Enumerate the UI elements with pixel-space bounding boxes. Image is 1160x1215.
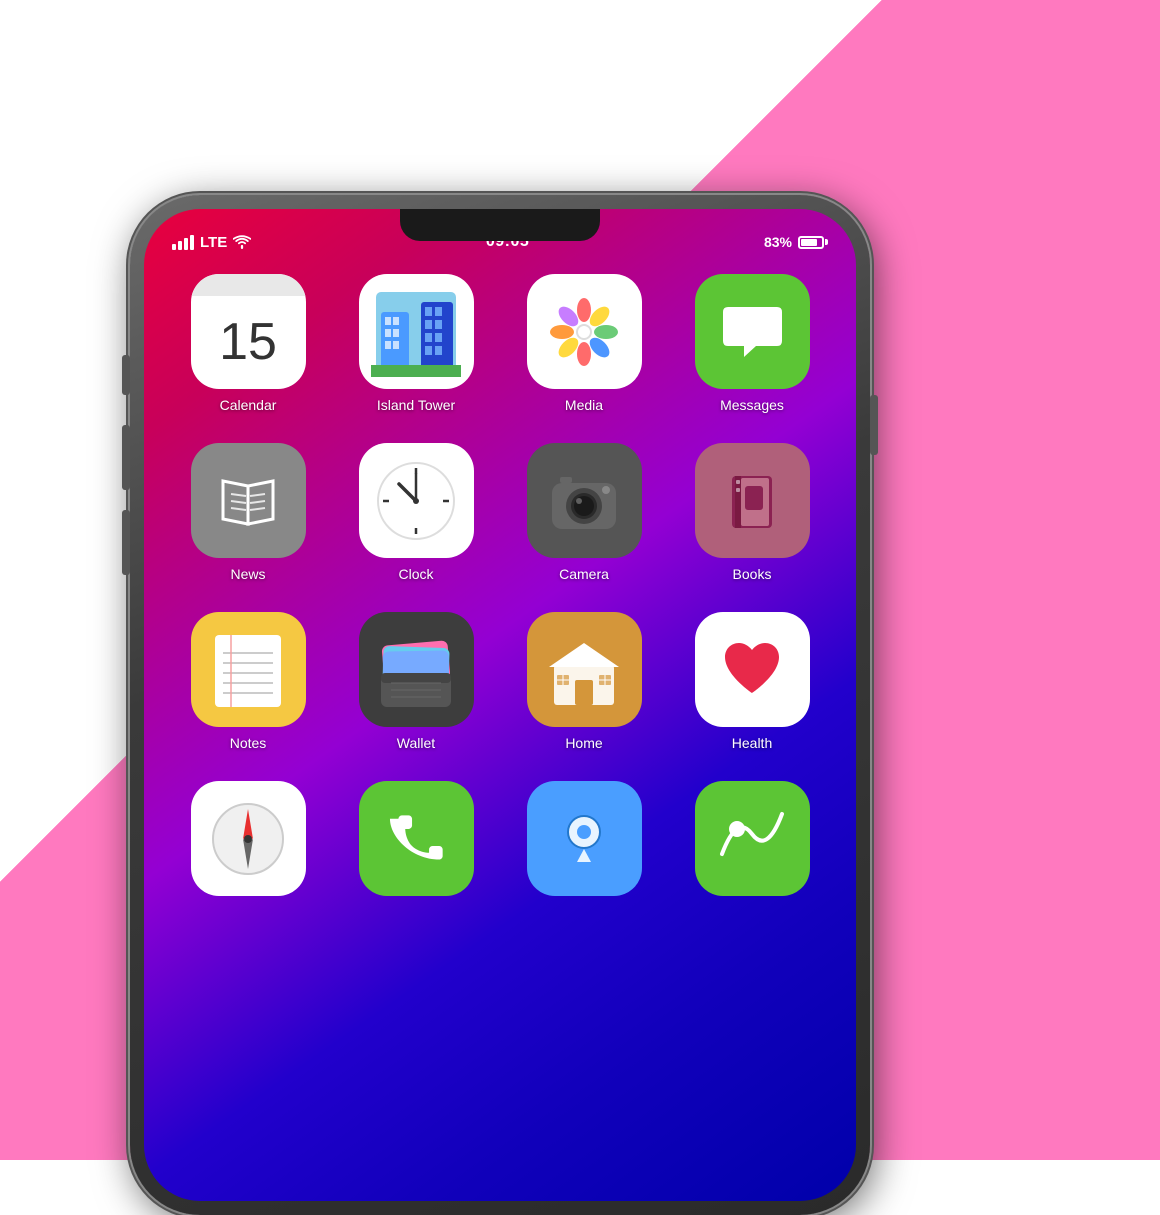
cal-date: 15	[219, 316, 277, 368]
app4-app[interactable]	[682, 781, 822, 904]
maps-app[interactable]	[514, 781, 654, 904]
notes-label: Notes	[230, 735, 267, 751]
app-row-2: News	[164, 443, 836, 582]
lte-label: LTE	[200, 234, 227, 251]
home-app[interactable]: Home	[514, 612, 654, 751]
calendar-app[interactable]: 15 Calendar	[178, 274, 318, 413]
books-app[interactable]: Books	[682, 443, 822, 582]
maps-icon	[539, 794, 629, 884]
island-tower-app[interactable]: Island Tower	[346, 274, 486, 413]
media-icon	[544, 292, 624, 372]
phone-screen: LTE 09:05 83%	[144, 209, 856, 1201]
notes-app[interactable]: Notes	[178, 612, 318, 751]
calendar-label: Calendar	[220, 397, 277, 413]
battery-icon	[798, 236, 828, 249]
health-app[interactable]: Health	[682, 612, 822, 751]
app-row-1: 15 Calendar	[164, 274, 836, 413]
messages-label: Messages	[720, 397, 784, 413]
app-row-4	[164, 781, 836, 904]
app-row-3: Notes	[164, 612, 836, 751]
silent-button[interactable]	[122, 355, 130, 395]
island-tower-icon	[371, 287, 461, 377]
signal-bar-1	[172, 244, 176, 250]
app4-icon	[707, 794, 797, 884]
compass-app[interactable]	[178, 781, 318, 904]
camera-icon	[544, 461, 624, 541]
home-label: Home	[565, 735, 602, 751]
phone-icon	[384, 806, 449, 871]
compass-icon	[203, 794, 293, 884]
wifi-icon	[233, 235, 251, 249]
news-icon	[213, 466, 283, 536]
home-icon	[539, 625, 629, 715]
island-tower-label: Island Tower	[377, 397, 455, 413]
clock-icon	[371, 456, 461, 546]
signal-bars	[172, 235, 194, 250]
status-right: 83%	[764, 234, 828, 250]
notch	[400, 209, 600, 241]
volume-up-button[interactable]	[122, 425, 130, 490]
wallet-app[interactable]: Wallet	[346, 612, 486, 751]
clock-app[interactable]: Clock	[346, 443, 486, 582]
signal-bar-4	[190, 235, 194, 250]
news-label: News	[230, 566, 265, 582]
books-label: Books	[733, 566, 772, 582]
battery-percent: 83%	[764, 234, 792, 250]
media-label: Media	[565, 397, 603, 413]
phone-shell: LTE 09:05 83%	[130, 195, 870, 1215]
signal-bar-3	[184, 238, 188, 250]
clock-label: Clock	[398, 566, 433, 582]
app-grid: 15 Calendar	[164, 274, 836, 1201]
cal-header	[191, 274, 306, 296]
health-icon	[717, 635, 787, 705]
phone-app[interactable]	[346, 781, 486, 904]
camera-app[interactable]: Camera	[514, 443, 654, 582]
volume-down-button[interactable]	[122, 510, 130, 575]
signal-bar-2	[178, 241, 182, 250]
news-app[interactable]: News	[178, 443, 318, 582]
notes-icon	[203, 625, 293, 715]
wallet-icon	[371, 625, 461, 715]
media-app[interactable]: Media	[514, 274, 654, 413]
wallet-label: Wallet	[397, 735, 435, 751]
camera-label: Camera	[559, 566, 609, 582]
books-icon	[717, 466, 787, 536]
health-label: Health	[732, 735, 772, 751]
power-button[interactable]	[870, 395, 878, 455]
status-left: LTE	[172, 234, 251, 251]
messages-icon	[720, 299, 785, 364]
messages-app[interactable]: Messages	[682, 274, 822, 413]
